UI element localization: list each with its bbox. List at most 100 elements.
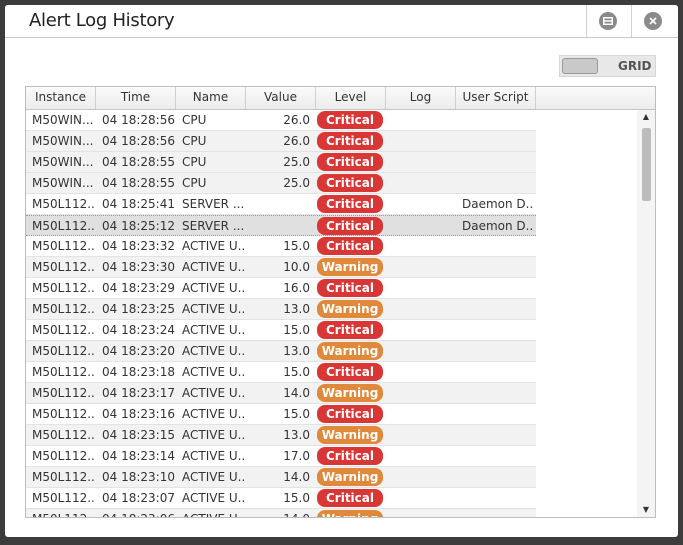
table-row[interactable]: M50L112... 04 18:23:06 ACTIVE U... 14.0 Warn… (26, 509, 536, 517)
scroll-down-arrow-icon[interactable]: ▼ (637, 503, 655, 517)
cell-log (388, 131, 454, 151)
level-badge: Critical (317, 237, 383, 255)
cell-instance: M50L112... (32, 491, 94, 505)
cell-script (462, 110, 534, 130)
table-row[interactable]: M50L112... 04 18:23:14 ACTIVE U... 17.0 Crit… (26, 446, 536, 467)
cell-log (388, 362, 454, 382)
column-header-log[interactable]: Log (386, 87, 456, 109)
cell-log (388, 341, 454, 361)
close-icon (649, 17, 657, 25)
table-row[interactable]: M50WIN... 04 18:28:55 CPU 25.0 Critical (26, 152, 536, 173)
cell-log (388, 110, 454, 130)
cell-value: 15.0 (283, 407, 310, 421)
cell-instance: M50L112... (32, 302, 94, 316)
cell-log (388, 152, 454, 172)
cell-value: 10.0 (283, 260, 310, 274)
cell-time: 04 18:23:16 (102, 407, 175, 421)
alert-table: Instance Time Name Value Level Log User … (25, 86, 656, 518)
table-row[interactable]: M50L112... 04 18:23:29 ACTIVE U... 16.0 Crit… (26, 278, 536, 299)
cell-script (462, 299, 534, 319)
cell-instance: M50WIN... (32, 113, 94, 127)
column-header-instance[interactable]: Instance (26, 87, 96, 109)
table-row[interactable]: M50L112... 04 18:23:20 ACTIVE U... 13.0 Warn… (26, 341, 536, 362)
level-badge: Critical (317, 279, 383, 297)
cell-name: CPU (182, 113, 207, 127)
cell-name: ACTIVE U... (182, 323, 244, 337)
cell-value: 26.0 (283, 134, 310, 148)
scrollbar-thumb[interactable] (642, 128, 651, 201)
table-row[interactable]: M50L112... 04 18:23:18 ACTIVE U... 15.0 Crit… (26, 362, 536, 383)
level-badge: Critical (317, 132, 383, 150)
column-header-level[interactable]: Level (316, 87, 386, 109)
table-row[interactable]: M50WIN... 04 18:28:55 CPU 25.0 Critical (26, 173, 536, 194)
cell-name: ACTIVE U... (182, 491, 244, 505)
cell-log (388, 488, 454, 508)
level-badge: Critical (317, 321, 383, 339)
minimize-button[interactable] (599, 12, 617, 30)
cell-value: 13.0 (283, 302, 310, 316)
table-row[interactable]: M50WIN... 04 18:28:56 CPU 26.0 Critical (26, 131, 536, 152)
level-badge: Warning (317, 510, 383, 517)
table-row[interactable]: M50L112... 04 18:23:17 ACTIVE U... 14.0 Warn… (26, 383, 536, 404)
cell-value (248, 216, 310, 236)
cell-instance: M50L112... (32, 260, 94, 274)
cell-log (388, 467, 454, 487)
table-row[interactable]: M50L112... 04 18:23:07 ACTIVE U... 15.0 Crit… (26, 488, 536, 509)
column-header-name[interactable]: Name (176, 87, 246, 109)
table-row[interactable]: M50L112... 04 18:23:24 ACTIVE U... 15.0 Crit… (26, 320, 536, 341)
level-badge: Warning (317, 384, 383, 402)
grid-toggle[interactable]: GRID (559, 55, 656, 77)
cell-time: 04 18:28:56 (102, 113, 175, 127)
cell-time: 04 18:23:14 (102, 449, 175, 463)
table-row[interactable]: M50L112... 04 18:23:30 ACTIVE U... 10.0 Warn… (26, 257, 536, 278)
table-row[interactable]: M50WIN... 04 18:28:56 CPU 26.0 Critical (26, 110, 536, 131)
cell-instance: M50L112... (32, 509, 94, 517)
table-header: Instance Time Name Value Level Log User … (26, 87, 655, 110)
cell-instance: M50WIN... (32, 134, 94, 148)
column-header-user-script[interactable]: User Script (456, 87, 536, 109)
column-header-value[interactable]: Value (246, 87, 316, 109)
cell-value: 14.0 (248, 509, 310, 517)
cell-value: 14.0 (283, 386, 310, 400)
cell-value: 17.0 (283, 449, 310, 463)
column-header-time[interactable]: Time (96, 87, 176, 109)
toggle-knob[interactable] (562, 58, 598, 74)
cell-log (388, 299, 454, 319)
cell-log (388, 257, 454, 277)
cell-log (388, 404, 454, 424)
cell-log (388, 278, 454, 298)
cell-time: 04 18:23:07 (102, 491, 175, 505)
cell-name: ACTIVE U... (182, 365, 244, 379)
title-bar-divider (631, 5, 632, 37)
cell-script (462, 383, 534, 403)
close-button[interactable] (644, 12, 662, 30)
cell-script (462, 341, 534, 361)
scroll-up-arrow-icon[interactable]: ▲ (637, 110, 655, 124)
cell-value: 13.0 (283, 344, 310, 358)
cell-time: 04 18:23:25 (102, 302, 175, 316)
table-row[interactable]: M50L112... 04 18:25:41 SERVER ... Daemon D.… (26, 194, 536, 215)
table-row[interactable]: M50L112... 04 18:23:32 ACTIVE U... 15.0 Crit… (26, 236, 536, 257)
cell-log (388, 509, 454, 517)
cell-script (462, 320, 534, 340)
cell-script: Daemon D... (462, 197, 534, 211)
table-row[interactable]: M50L112... 04 18:23:25 ACTIVE U... 13.0 Warn… (26, 299, 536, 320)
cell-time: 04 18:28:56 (102, 134, 175, 148)
vertical-scrollbar[interactable]: ▲ ▼ (637, 110, 655, 517)
cell-time: 04 18:25:12 (102, 219, 175, 233)
title-bar: Alert Log History (5, 5, 678, 38)
level-badge: Warning (317, 300, 383, 318)
cell-name: CPU (182, 176, 207, 190)
level-badge: Critical (317, 153, 383, 171)
table-row[interactable]: M50L112... 04 18:23:16 ACTIVE U... 15.0 Crit… (26, 404, 536, 425)
cell-instance: M50WIN... (32, 176, 94, 190)
cell-instance: M50L112... (32, 365, 94, 379)
table-row[interactable]: M50L112... 04 18:25:12 SERVER ... Daemon D.… (26, 215, 536, 236)
cell-log (388, 216, 454, 236)
table-row[interactable]: M50L112... 04 18:23:10 ACTIVE U... 14.0 Warn… (26, 467, 536, 488)
cell-value: 15.0 (283, 323, 310, 337)
table-row[interactable]: M50L112... 04 18:23:15 ACTIVE U... 13.0 Warn… (26, 425, 536, 446)
cell-name: ACTIVE U... (182, 302, 244, 316)
level-badge: Critical (317, 217, 383, 235)
cell-script (462, 425, 534, 445)
